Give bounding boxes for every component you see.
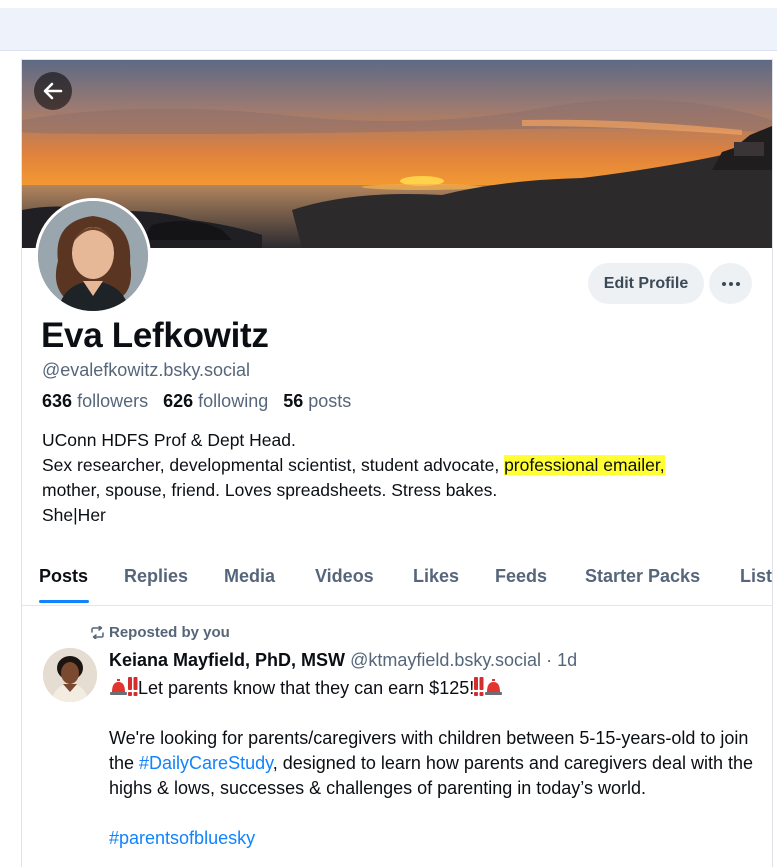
top-bar — [0, 8, 777, 51]
bio-line: Sex researcher, developmental scientist,… — [42, 453, 762, 478]
followers-count[interactable]: 636 — [42, 391, 72, 411]
more-options-button[interactable] — [709, 263, 752, 304]
profile-tabs: Posts Replies Media Videos Likes Feeds S… — [22, 548, 772, 606]
followers-label[interactable]: followers — [77, 391, 148, 411]
profile-bio: UConn HDFS Prof & Dept Head. Sex researc… — [42, 428, 762, 528]
posts-count: 56 — [283, 391, 304, 411]
post-text: Let parents know that they can earn $125… — [138, 678, 475, 698]
post-author-handle[interactable]: @ktmayfield.bsky.social — [350, 650, 541, 670]
back-arrow-icon — [43, 82, 63, 100]
hashtag-link[interactable]: #parentsofbluesky — [109, 828, 255, 848]
active-tab-indicator — [39, 600, 89, 603]
exclamation-icon — [474, 677, 484, 696]
post-paragraph: #parentsofbluesky — [109, 826, 759, 851]
hashtag-link[interactable]: #DailyCareStudy — [139, 753, 273, 773]
following-label[interactable]: following — [198, 391, 268, 411]
post-body: Let parents know that they can earn $125… — [109, 676, 759, 867]
more-horizontal-icon — [721, 281, 740, 286]
profile-display-name: Eva Lefkowitz — [41, 316, 269, 355]
profile-avatar[interactable] — [35, 198, 151, 314]
tab-videos[interactable]: Videos — [315, 566, 374, 587]
post-age[interactable]: · 1d — [546, 650, 577, 670]
post-author: Keiana Mayfield, PhD, MSW @ktmayfield.bs… — [109, 650, 577, 671]
repost-label[interactable]: Reposted by you — [109, 624, 230, 641]
post-author-avatar[interactable] — [43, 648, 97, 702]
posts-label: posts — [308, 391, 352, 411]
siren-icon — [110, 679, 127, 695]
post-paragraph: Let parents know that they can earn $125… — [109, 676, 759, 701]
post-paragraph: We're looking for parents/caregivers wit… — [109, 726, 759, 801]
avatar-image — [38, 201, 148, 311]
tab-lists[interactable]: List — [740, 566, 772, 587]
post-author-name[interactable]: Keiana Mayfield, PhD, MSW — [109, 650, 345, 670]
bio-line: UConn HDFS Prof & Dept Head. — [42, 430, 296, 450]
tab-replies[interactable]: Replies — [124, 566, 188, 587]
browser-top-strip — [0, 0, 777, 8]
tab-feeds[interactable]: Feeds — [495, 566, 547, 587]
tab-starter-packs[interactable]: Starter Packs — [585, 566, 700, 587]
post-avatar-image — [43, 648, 97, 702]
repost-indicator: Reposted by you — [90, 624, 230, 641]
tab-media[interactable]: Media — [224, 566, 275, 587]
profile-stats: 636 followers 626 following 56 posts — [42, 391, 351, 412]
profile-handle: @evalefkowitz.bsky.social — [42, 360, 251, 380]
bio-line: mother, spouse, friend. Loves spreadshee… — [42, 480, 498, 500]
bio-line: She|Her — [42, 505, 106, 525]
tab-likes[interactable]: Likes — [413, 566, 459, 587]
exclamation-icon — [128, 677, 138, 696]
edit-profile-button[interactable]: Edit Profile — [588, 263, 704, 304]
following-count[interactable]: 626 — [163, 391, 193, 411]
bio-text: Sex researcher, developmental scientist,… — [42, 455, 505, 475]
bio-highlight: professional emailer, — [504, 455, 665, 475]
repost-icon — [91, 626, 104, 639]
tab-posts[interactable]: Posts — [39, 566, 88, 587]
back-button[interactable] — [34, 72, 72, 110]
siren-icon — [485, 679, 503, 695]
